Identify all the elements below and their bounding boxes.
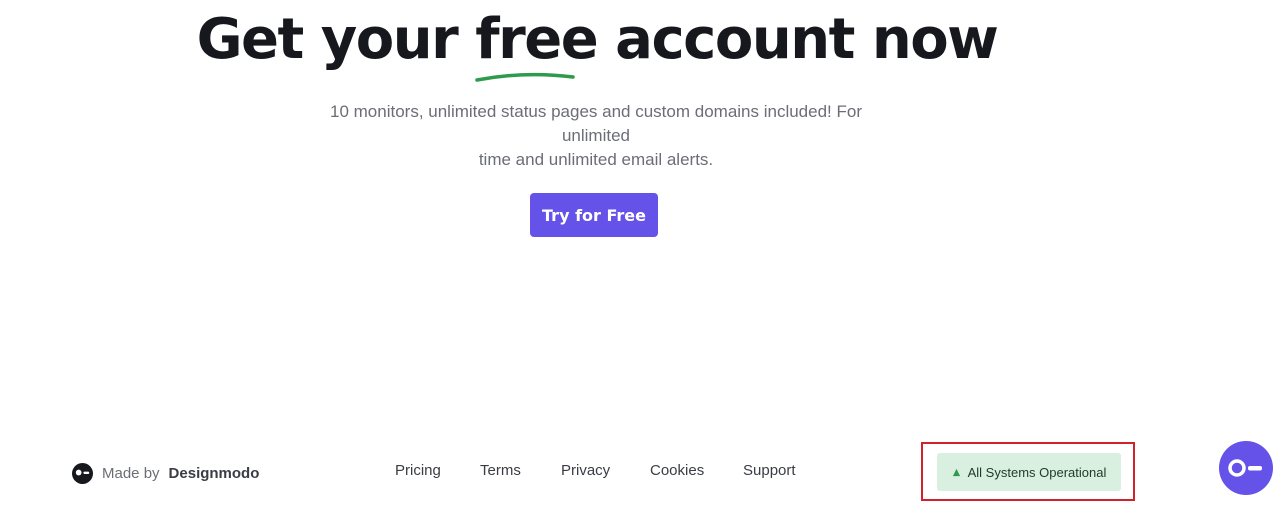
hero-subtitle: 10 monitors, unlimited status pages and … [296,100,896,172]
footer-link-pricing[interactable]: Pricing [395,462,441,484]
footer-link-cookies[interactable]: Cookies [650,462,704,484]
made-by-name: Designmodo [168,464,260,482]
title-part-2: account now [597,7,999,72]
footer-link-privacy[interactable]: Privacy [561,462,610,484]
page-title: Get your free account now [0,4,1194,82]
footer-link-terms[interactable]: Terms [480,462,521,484]
title-part-1: Get your [196,7,476,72]
status-badge[interactable]: All Systems Operational [937,453,1121,491]
made-by-prefix: Made by [102,464,160,482]
title-accent-text: free [475,7,598,72]
page: Get your free account now 10 monitors, u… [0,0,1280,511]
up-arrow-icon [952,468,960,476]
designmodo-logo-icon [72,462,93,484]
subtitle-line-1: 10 monitors, unlimited status pages and … [330,102,862,145]
green-underline-icon [475,72,575,82]
chat-support-icon [1228,459,1262,477]
subtitle-line-2: time and unlimited email alerts. [478,150,714,169]
title-accent-word: free [475,4,599,82]
footer-link-support[interactable]: Support [743,462,796,484]
made-by-credit[interactable]: Made by Designmodo [72,461,259,485]
chat-support-button[interactable] [1219,441,1273,495]
status-label: All Systems Operational [967,464,1107,480]
try-for-free-button[interactable]: Try for Free [530,193,658,237]
